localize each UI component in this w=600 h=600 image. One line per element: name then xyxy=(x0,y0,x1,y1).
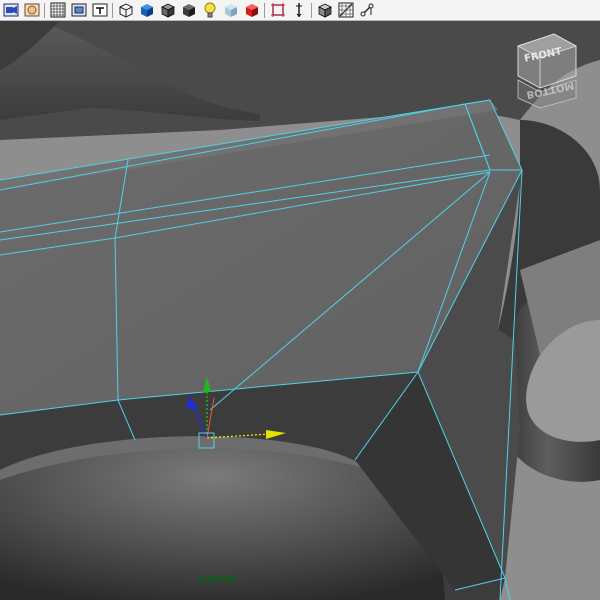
shadows-icon[interactable] xyxy=(221,1,241,20)
isolate-select-icon[interactable] xyxy=(268,1,288,20)
snap-to-joint-icon[interactable] xyxy=(357,1,377,20)
film-gate-icon[interactable] xyxy=(69,1,89,20)
view-cube[interactable]: FRONT BOTTOM xyxy=(510,24,582,110)
backface-culling-icon[interactable] xyxy=(315,1,335,20)
xray-active-components-icon[interactable] xyxy=(336,1,356,20)
camera-name-label: persp xyxy=(199,572,236,585)
wireframe-on-shaded-icon[interactable] xyxy=(158,1,178,20)
smooth-shade-all-icon[interactable] xyxy=(137,1,157,20)
use-all-lights-icon[interactable] xyxy=(200,1,220,20)
xray-icon[interactable] xyxy=(179,1,199,20)
camera-attributes-icon[interactable] xyxy=(22,1,42,20)
resolution-gate-icon[interactable] xyxy=(90,1,110,20)
wireframe-icon[interactable] xyxy=(116,1,136,20)
textured-icon[interactable] xyxy=(242,1,262,20)
maya-viewport-panel: FRONT BOTTOM persp xyxy=(0,0,600,600)
grid-icon[interactable] xyxy=(48,1,68,20)
panel-toolbar xyxy=(0,0,600,21)
perspective-viewport[interactable]: FRONT BOTTOM xyxy=(0,21,600,600)
select-camera-icon[interactable] xyxy=(1,1,21,20)
xray-joints-icon[interactable] xyxy=(289,1,309,20)
